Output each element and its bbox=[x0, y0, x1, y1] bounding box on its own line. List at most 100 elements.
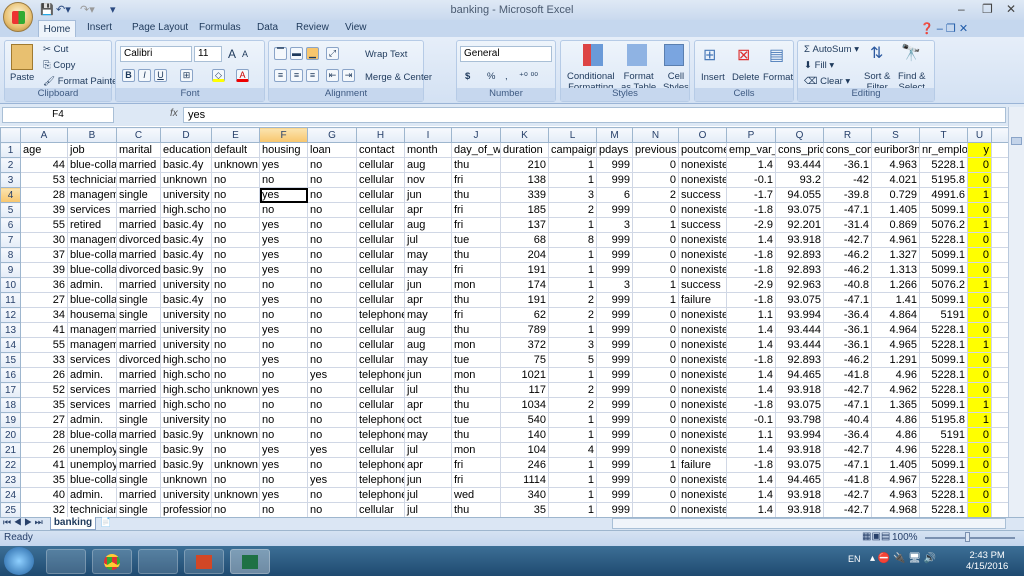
tab-page-layout[interactable]: Page Layout bbox=[132, 22, 188, 33]
cell[interactable] bbox=[991, 382, 1009, 398]
cell[interactable]: cellular bbox=[356, 247, 405, 263]
cell[interactable]: -2.9 bbox=[726, 217, 776, 233]
cell[interactable]: nonexiste bbox=[678, 412, 727, 428]
cell[interactable]: cellular bbox=[356, 157, 405, 173]
cell[interactable]: 999 bbox=[596, 472, 633, 488]
cell[interactable] bbox=[991, 157, 1009, 173]
cell[interactable]: no bbox=[307, 232, 357, 248]
cell[interactable]: tue bbox=[451, 352, 501, 368]
cell[interactable]: unknown bbox=[211, 382, 260, 398]
spreadsheet-grid[interactable]: A B C D E F G H I J K L M N O P Q R S T U 1 age job marital educa… bbox=[0, 127, 1009, 518]
cell[interactable]: yes bbox=[259, 232, 308, 248]
underline-button[interactable]: U bbox=[154, 69, 167, 82]
format-button[interactable]: Format bbox=[763, 72, 793, 83]
cell[interactable]: -2.9 bbox=[726, 277, 776, 293]
cell[interactable]: married bbox=[116, 367, 161, 383]
cell[interactable]: 0 bbox=[632, 427, 679, 443]
cell[interactable]: 204 bbox=[500, 247, 549, 263]
cell[interactable]: university bbox=[160, 307, 212, 323]
cell[interactable]: failure bbox=[678, 457, 727, 473]
cell[interactable]: 93.2 bbox=[775, 172, 824, 188]
cell[interactable]: tue bbox=[451, 232, 501, 248]
cell[interactable]: no bbox=[307, 337, 357, 353]
cell[interactable]: -42 bbox=[823, 172, 872, 188]
cell[interactable]: fri bbox=[451, 457, 501, 473]
cell[interactable]: unknown bbox=[211, 427, 260, 443]
cell[interactable]: jun bbox=[404, 367, 452, 383]
cell[interactable]: cellular bbox=[356, 187, 405, 203]
cell[interactable]: housemai bbox=[67, 307, 117, 323]
cell[interactable] bbox=[991, 352, 1009, 368]
increase-indent-icon[interactable]: ⇥ bbox=[342, 69, 355, 82]
cell[interactable]: 5099.1 bbox=[919, 397, 968, 413]
cell[interactable]: no bbox=[307, 352, 357, 368]
cell[interactable]: divorced bbox=[116, 352, 161, 368]
cell[interactable]: no bbox=[211, 172, 260, 188]
cell[interactable]: 4.962 bbox=[871, 382, 920, 398]
tab-review[interactable]: Review bbox=[296, 22, 329, 33]
cell[interactable]: no bbox=[259, 202, 308, 218]
cell[interactable]: -46.2 bbox=[823, 247, 872, 263]
cell[interactable]: nonexiste bbox=[678, 262, 727, 278]
cell[interactable]: unknown bbox=[160, 472, 212, 488]
cell[interactable]: no bbox=[307, 292, 357, 308]
name-box[interactable]: F4 bbox=[2, 107, 114, 123]
cell[interactable]: 4.967 bbox=[871, 472, 920, 488]
cell[interactable]: divorced bbox=[116, 262, 161, 278]
cell[interactable]: married bbox=[116, 322, 161, 338]
cell[interactable]: 4.86 bbox=[871, 412, 920, 428]
cell[interactable]: nonexiste bbox=[678, 487, 727, 503]
cell[interactable]: professior bbox=[160, 502, 212, 518]
cell[interactable]: fri bbox=[451, 307, 501, 323]
cell[interactable]: no bbox=[259, 337, 308, 353]
cell[interactable]: admin. bbox=[67, 277, 117, 293]
cell[interactable]: pdays bbox=[596, 142, 633, 158]
cell[interactable]: -1.8 bbox=[726, 262, 776, 278]
cell[interactable]: cellular bbox=[356, 202, 405, 218]
cell[interactable]: fri bbox=[451, 172, 501, 188]
row-header[interactable]: 5 bbox=[0, 202, 21, 218]
cell[interactable]: no bbox=[211, 232, 260, 248]
cell[interactable]: 5228.1 bbox=[919, 487, 968, 503]
office-button[interactable] bbox=[3, 2, 33, 32]
row-header[interactable]: 10 bbox=[0, 277, 21, 293]
cell[interactable]: 1114 bbox=[500, 472, 549, 488]
cell[interactable]: high.scho bbox=[160, 202, 212, 218]
cell[interactable]: 1 bbox=[967, 187, 992, 203]
file-explorer-icon[interactable] bbox=[46, 549, 86, 574]
cell[interactable]: 0 bbox=[632, 337, 679, 353]
cell[interactable]: 5099.1 bbox=[919, 202, 968, 218]
cell[interactable]: 0 bbox=[632, 202, 679, 218]
cell[interactable]: 0 bbox=[632, 382, 679, 398]
cell[interactable]: 1.4 bbox=[726, 382, 776, 398]
cell[interactable]: blue-colla bbox=[67, 157, 117, 173]
cell[interactable] bbox=[991, 307, 1009, 323]
cell[interactable]: -40.4 bbox=[823, 412, 872, 428]
cell[interactable]: jul bbox=[404, 382, 452, 398]
cell[interactable]: wed bbox=[451, 487, 501, 503]
cell[interactable]: nonexiste bbox=[678, 367, 727, 383]
bold-button[interactable]: B bbox=[122, 69, 135, 82]
cell[interactable]: 0 bbox=[967, 382, 992, 398]
formula-input[interactable]: yes bbox=[183, 107, 1006, 123]
cell[interactable]: married bbox=[116, 457, 161, 473]
cell[interactable]: 0 bbox=[632, 307, 679, 323]
cell[interactable]: 339 bbox=[500, 187, 549, 203]
row-header[interactable]: 7 bbox=[0, 232, 21, 248]
cell[interactable]: blue-colla bbox=[67, 472, 117, 488]
cell[interactable]: apr bbox=[404, 292, 452, 308]
cell[interactable]: telephone bbox=[356, 457, 405, 473]
cell[interactable]: 0 bbox=[967, 292, 992, 308]
format-painter-button[interactable]: 🖌 Format Painter bbox=[43, 76, 121, 87]
cell[interactable]: thu bbox=[451, 502, 501, 518]
cell[interactable]: admin. bbox=[67, 412, 117, 428]
cell[interactable]: failure bbox=[678, 292, 727, 308]
cell[interactable]: 5 bbox=[548, 352, 597, 368]
cell[interactable]: mon bbox=[451, 277, 501, 293]
clock[interactable]: 2:43 PM 4/15/2016 bbox=[966, 550, 1008, 572]
cell[interactable]: 1.4 bbox=[726, 487, 776, 503]
cell[interactable]: -36.4 bbox=[823, 307, 872, 323]
cell[interactable]: -46.2 bbox=[823, 262, 872, 278]
cell[interactable]: no bbox=[307, 217, 357, 233]
tab-data[interactable]: Data bbox=[257, 22, 278, 33]
